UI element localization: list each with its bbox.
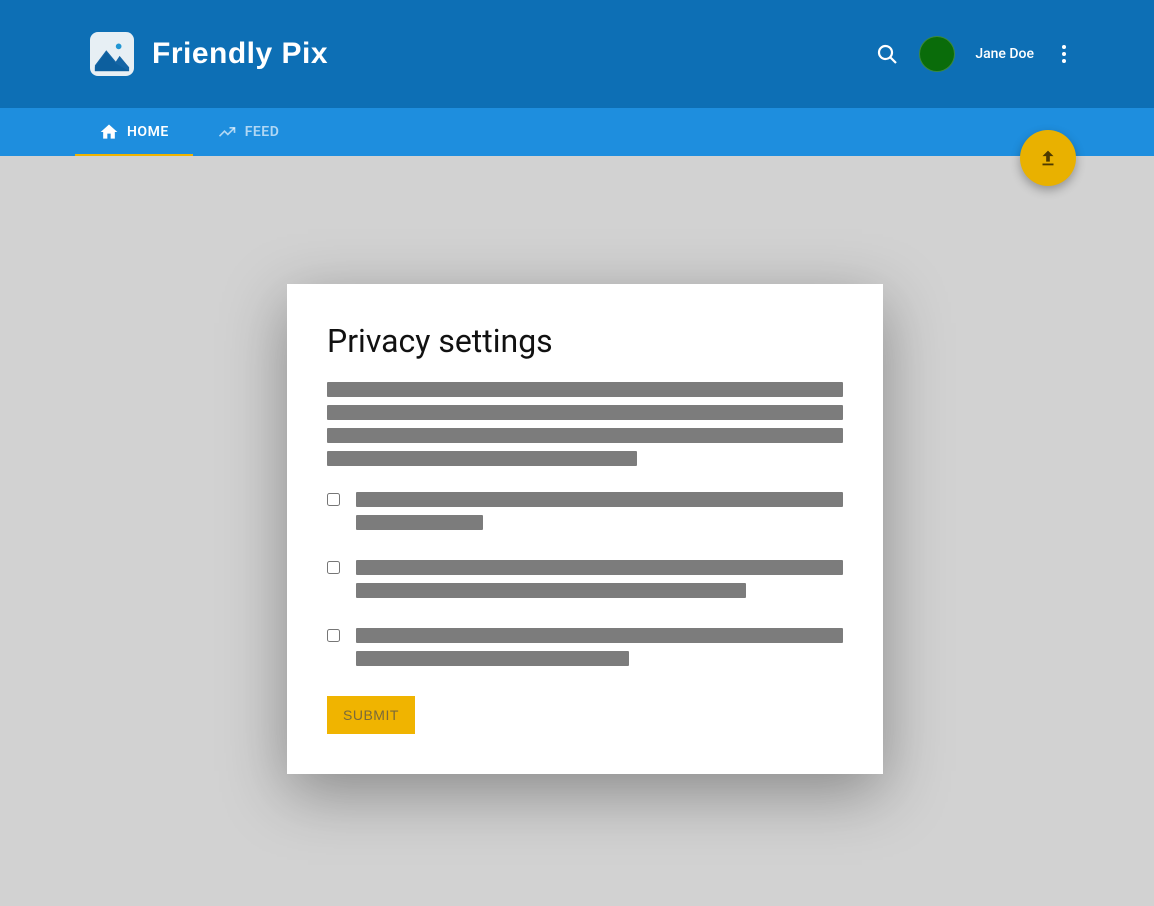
card-title: Privacy settings	[327, 322, 843, 360]
app-logo-icon	[90, 32, 134, 76]
privacy-settings-card: Privacy settings	[287, 284, 883, 774]
privacy-option-2	[327, 560, 843, 606]
privacy-option-1-text	[356, 492, 843, 538]
privacy-checkbox-1[interactable]	[327, 493, 340, 506]
tab-bar: HOME FEED	[0, 108, 1154, 156]
app-header: Friendly Pix Jane Doe	[0, 0, 1154, 108]
submit-button[interactable]: SUBMIT	[327, 696, 415, 734]
username-label: Jane Doe	[975, 46, 1034, 62]
header-right: Jane Doe	[875, 36, 1074, 72]
privacy-option-1	[327, 492, 843, 538]
upload-fab[interactable]	[1020, 130, 1076, 186]
privacy-option-3	[327, 628, 843, 674]
tab-feed-label: FEED	[245, 124, 280, 140]
logo-group[interactable]: Friendly Pix	[90, 32, 328, 76]
privacy-checkbox-3[interactable]	[327, 629, 340, 642]
home-icon	[99, 122, 119, 142]
privacy-option-2-text	[356, 560, 843, 606]
app-title: Friendly Pix	[152, 37, 328, 71]
tab-home-label: HOME	[127, 124, 169, 140]
privacy-intro-text	[327, 382, 843, 466]
privacy-checkbox-2[interactable]	[327, 561, 340, 574]
more-vert-icon[interactable]	[1054, 42, 1074, 66]
tab-feed[interactable]: FEED	[193, 108, 304, 156]
user-avatar[interactable]	[919, 36, 955, 72]
trending-icon	[217, 122, 237, 142]
upload-icon	[1037, 147, 1059, 169]
tab-home[interactable]: HOME	[75, 108, 193, 156]
privacy-option-3-text	[356, 628, 843, 674]
search-icon[interactable]	[875, 42, 899, 66]
